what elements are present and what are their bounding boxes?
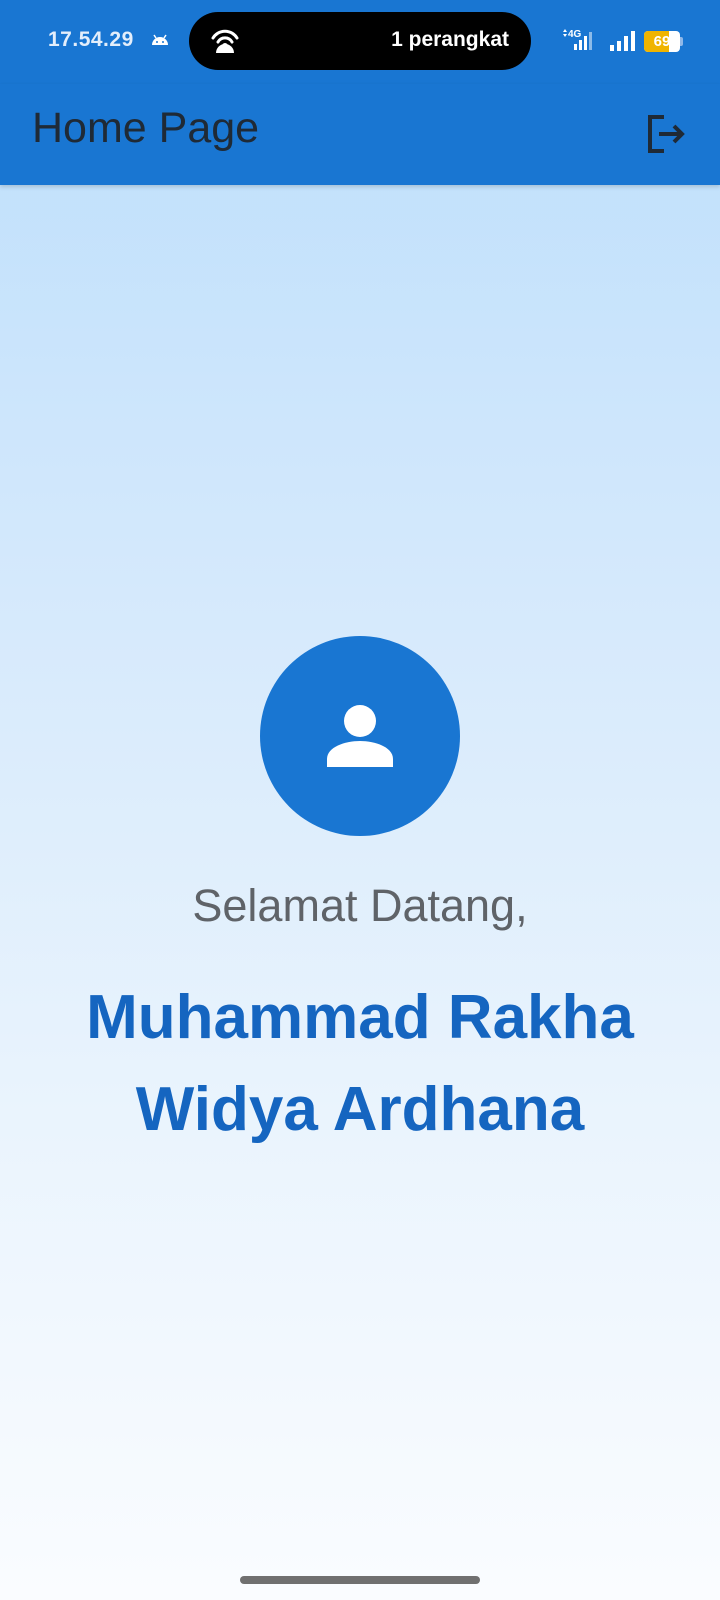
page-title: Home Page	[32, 104, 260, 152]
logout-icon	[648, 115, 685, 153]
gesture-navigation-bar[interactable]	[240, 1576, 480, 1584]
network-type-label: 4G	[568, 29, 582, 40]
hotspot-indicator[interactable]: 1 perangkat	[189, 12, 531, 70]
logout-button[interactable]	[638, 106, 694, 162]
hotspot-device-count: 1 perangkat	[391, 28, 509, 51]
battery-tip	[680, 37, 683, 46]
signal-4g-icon: 4G	[563, 29, 592, 50]
app-bar: Home Page	[0, 84, 720, 185]
user-name: Muhammad Rakha Widya Ardhana	[86, 983, 634, 1144]
welcome-text: Selamat Datang,	[192, 880, 528, 931]
android-debug-icon	[152, 34, 168, 45]
avatar	[260, 636, 460, 836]
person-icon	[327, 705, 393, 767]
status-bar: 17.54.29 1 perangkat 4G 69	[0, 0, 720, 84]
battery-level: 69	[653, 33, 671, 50]
status-time: 17.54.29	[48, 28, 134, 51]
battery-indicator: 69	[644, 31, 683, 52]
battery-icon: 69	[644, 31, 680, 52]
signal-strength-icon	[610, 31, 635, 51]
hotspot-icon	[211, 29, 239, 53]
